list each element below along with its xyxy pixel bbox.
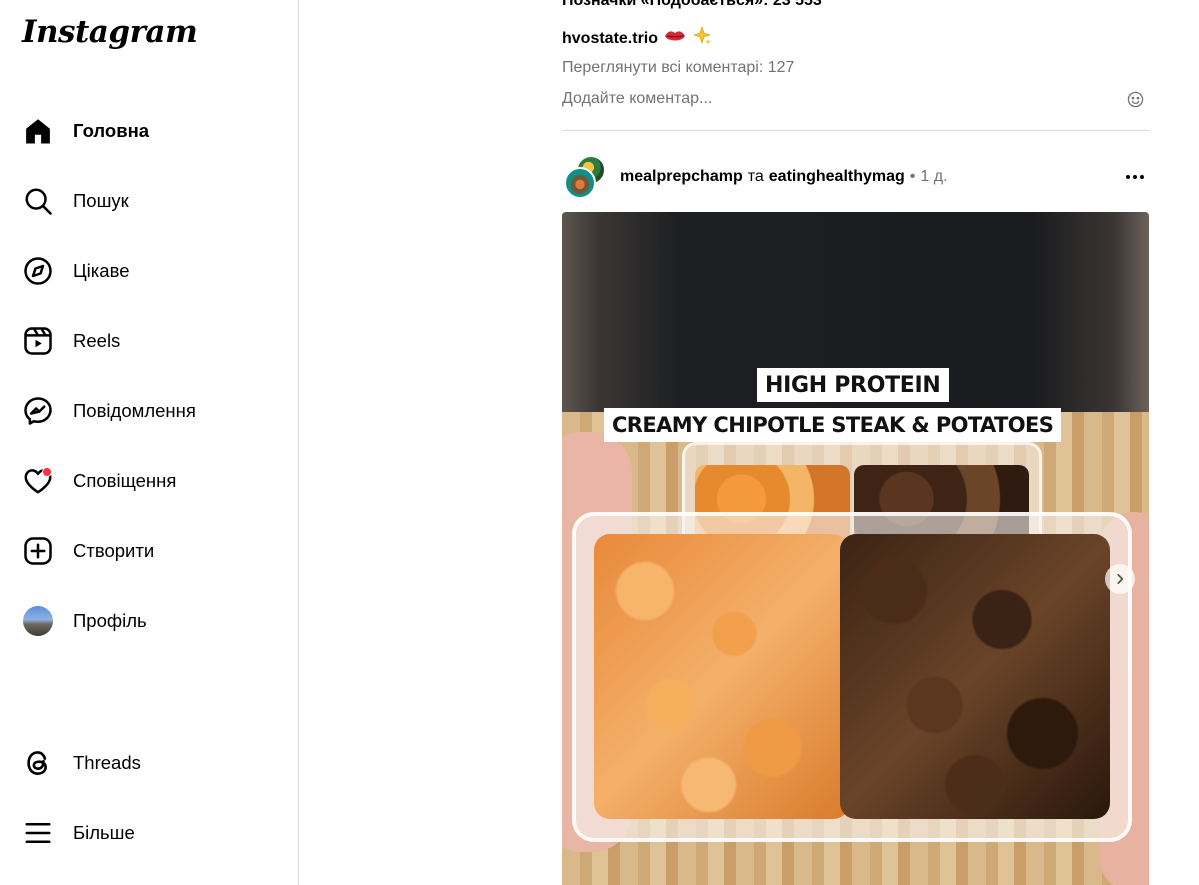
sidebar-item-create[interactable]: Створити [22, 531, 154, 571]
sidebar-item-label: Цікаве [73, 260, 130, 281]
avatar [23, 606, 53, 636]
sidebar-item-threads[interactable]: Threads [22, 743, 141, 783]
threads-icon [22, 747, 54, 779]
menu-icon [22, 817, 54, 849]
avatar [564, 167, 596, 199]
home-icon [22, 115, 54, 147]
post-timestamp[interactable]: 1 д. [920, 168, 947, 186]
sidebar-item-more[interactable]: Більше [22, 813, 135, 853]
post-username-2[interactable]: eatinghealthymag [769, 168, 905, 186]
sidebar-item-label: Створити [73, 540, 155, 561]
sidebar-item-search[interactable]: Пошук [22, 181, 129, 221]
media-overlay-title: HIGH PROTEIN [757, 368, 949, 402]
sidebar-item-reels[interactable]: Reels [22, 321, 120, 361]
post-media[interactable]: HIGH PROTEIN CREAMY CHIPOTLE STEAK & POT… [562, 212, 1149, 885]
chevron-right-icon [1117, 574, 1124, 584]
comment-input[interactable]: Додайте коментар... [562, 90, 712, 108]
emoji-picker-icon[interactable] [1127, 91, 1144, 108]
media-potatoes [594, 534, 849, 819]
media-tray-front [572, 512, 1132, 842]
post-conjunction: та [747, 168, 764, 185]
lips-emoji-icon [664, 28, 686, 49]
media-steak [840, 534, 1110, 819]
sidebar-item-label: Сповіщення [73, 470, 177, 491]
sidebar-item-label: Reels [73, 330, 121, 351]
compass-icon [22, 255, 54, 287]
post-caption: hvostate.trio [562, 26, 712, 51]
likes-count[interactable]: Позначки «Подобається»: 23 553 [562, 0, 822, 10]
sidebar-item-label: Пошук [73, 190, 129, 211]
search-icon [22, 185, 54, 217]
add-comment-row: Додайте коментар... [562, 89, 1150, 109]
more-options-button[interactable] [1120, 165, 1150, 189]
sidebar-item-label: Профіль [73, 610, 147, 631]
carousel-next-button[interactable] [1105, 564, 1135, 594]
sidebar-item-messages[interactable]: Повідомлення [22, 391, 196, 431]
notification-badge-dot [42, 467, 52, 477]
sidebar-item-label: Threads [73, 752, 141, 773]
collab-avatars[interactable] [562, 155, 606, 199]
instagram-logo[interactable]: Instagram [22, 14, 198, 50]
meta-separator: • [909, 168, 916, 185]
sidebar-item-notifications[interactable]: Сповіщення [22, 461, 176, 501]
post-username-1[interactable]: mealprepchamp [620, 168, 743, 186]
sidebar-item-explore[interactable]: Цікаве [22, 251, 130, 291]
media-overlay-subtitle: CREAMY CHIPOTLE STEAK & POTATOES [604, 408, 1062, 442]
sidebar-item-home[interactable]: Головна [22, 111, 149, 151]
post-divider [562, 130, 1150, 131]
more-dots-icon [1126, 175, 1144, 179]
sidebar-item-profile[interactable]: Профіль [22, 601, 147, 641]
profile-avatar [22, 605, 54, 637]
sidebar-item-label: Більше [73, 822, 135, 843]
messenger-icon [22, 395, 54, 427]
reels-icon [22, 325, 54, 357]
sidebar-item-label: Головна [73, 120, 150, 141]
sidebar-item-label: Повідомлення [73, 400, 196, 421]
view-all-comments-link[interactable]: Переглянути всі коментарі: 127 [562, 59, 794, 77]
post-header: mealprepchamp та eatinghealthymag • 1 д. [562, 155, 1150, 199]
caption-username[interactable]: hvostate.trio [562, 30, 658, 48]
heart-icon [22, 465, 54, 497]
sidebar: Instagram Головна Пошук Цікаве Reels Пов… [0, 0, 299, 885]
plus-square-icon [22, 535, 54, 567]
sparkles-emoji-icon [692, 26, 712, 51]
post-meta: mealprepchamp та eatinghealthymag • 1 д. [620, 168, 948, 186]
